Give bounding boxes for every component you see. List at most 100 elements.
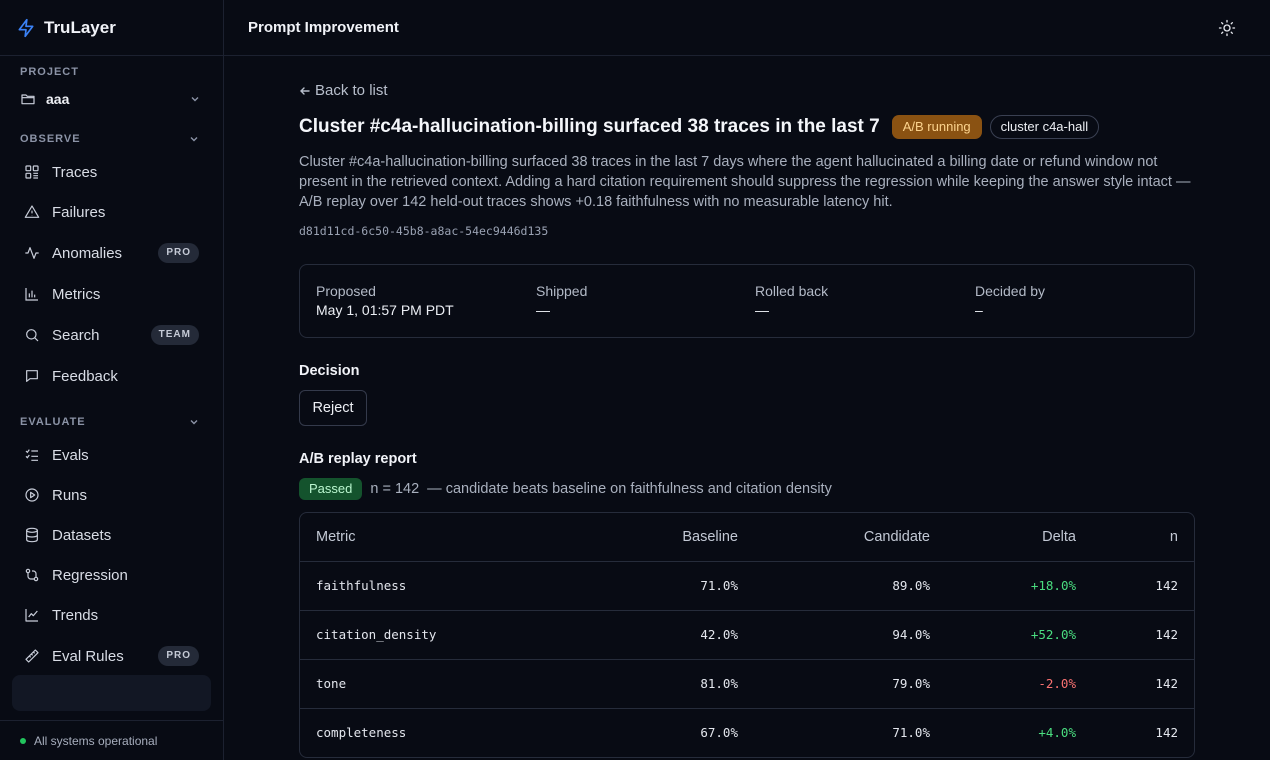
back-to-list-link[interactable]: Back to list [299,82,388,99]
cell-delta: +4.0% [1038,725,1076,741]
sidebar-item-label: Evals [52,446,89,464]
cell-metric: citation_density [300,610,550,660]
trend-icon [25,609,38,622]
sidebar-item-failures[interactable]: Failures [12,194,211,230]
project-selector[interactable]: aaa [20,88,204,110]
sidebar-item-label: Datasets [52,526,112,544]
message-icon [26,370,38,382]
decided-by-label: Decided by [975,283,1046,299]
cell-candidate: 79.0% [738,659,930,709]
sidebar-item-label: Metrics [52,285,101,303]
sidebar-item-label: Search [52,326,100,344]
sidebar-item-feedback[interactable]: Feedback [12,358,211,394]
activity-icon [25,247,39,259]
sidebar-item-traces[interactable]: Traces [12,154,211,190]
improvement-description: Cluster #c4a-hallucination-billing surfa… [299,154,1191,210]
sidebar-item-regression[interactable]: Regression [12,557,211,593]
sidebar-item-datasets[interactable]: Datasets [12,517,211,553]
timeline-decided-by: Decided by – [975,283,1045,318]
database-icon [26,527,38,543]
table-row: faithfulness 71.0% 89.0% +18.0% 142 [300,561,1194,611]
cell-delta: +52.0% [930,610,1076,660]
cell-delta: +18.0% [930,561,1076,611]
table-header-row: Metric Baseline Candidate Delta n [300,513,1194,562]
cell-baseline: 42.0% [550,610,738,660]
ab-results-table: Metric Baseline Candidate Delta n faithf… [299,512,1195,758]
status-dot-icon [20,737,26,744]
timeline-card: Proposed May 1, 01:57 PM PDT Shipped — R… [299,264,1195,338]
table-row: tone 81.0% 79.0% -2.0% 142 [300,659,1194,709]
pro-badge: PRO [158,243,199,263]
sidebar-item-evals[interactable]: Evals [12,437,211,473]
proposed-label: Proposed [316,283,376,299]
cell-n: 142 [1076,659,1194,709]
sun-icon[interactable] [1218,19,1236,37]
search-icon [26,329,39,342]
timeline-rolled-back: Rolled back — [755,283,828,318]
sidebar-item-label: Runs [52,486,88,504]
table-row: citation_density 42.0% 94.0% +52.0% 142 [300,610,1194,660]
cell-candidate: 94.0% [738,610,930,660]
brand[interactable]: TruLayer [0,0,223,56]
cell-metric: faithfulness [300,561,550,611]
report-summary: — candidate beats baseline on faithfulne… [427,481,832,497]
cell-candidate: 89.0% [738,561,930,611]
page-title: Prompt Improvement [248,19,399,36]
cell-n: 142 [1076,561,1194,611]
cell-n: 142 [1155,725,1178,741]
reject-button[interactable]: Reject [299,390,367,426]
header-metric: Metric [300,513,550,562]
cell-baseline: 67.0% [700,725,738,741]
ruler-icon [25,649,39,663]
sidebar-item-metrics[interactable]: Metrics [12,276,211,312]
proposed-value: May 1, 01:57 PM PDT [316,302,454,318]
sidebar-item-label: Eval Rules [52,647,124,665]
top-bar: Prompt Improvement [224,0,1270,56]
shipped-label: Shipped [536,283,588,299]
sidebar: TruLayer PROJECT aaa OBSERVE Traces Fail… [0,0,224,760]
chevron-down-icon [191,97,199,102]
title-row: Cluster #c4a-hallucination-billing surfa… [299,115,1100,139]
sidebar-item-label: Regression [52,566,128,584]
header-n: n [1076,513,1194,562]
sidebar-item-label: Feedback [52,367,118,385]
decision-heading: Decision [299,363,360,379]
shipped-value: — [536,302,550,318]
project-name: aaa [46,91,70,107]
improvement-id: d81d11cd-6c50-45b8-a8ac-54ec9446d135 [299,224,549,238]
rolled-back-value: — [755,302,769,318]
sidebar-item-trends[interactable]: Trends [12,597,211,633]
folder-icon [21,94,35,105]
table-row: completeness 67.0% 71.0% +4.0% 142 [300,708,1194,757]
report-summary-row: Passed n = 142 — candidate beats baselin… [299,478,832,500]
sidebar-item-runs[interactable]: Runs [12,477,211,513]
sidebar-item-label: Trends [52,606,99,624]
evaluate-collapse-icon[interactable] [189,417,199,427]
bar-chart-icon [25,288,38,301]
header-baseline: Baseline [550,513,738,562]
cell-delta: -2.0% [930,659,1076,709]
play-icon [25,488,39,502]
sidebar-item-anomalies[interactable]: Anomalies PRO [12,235,211,271]
cell-candidate: 71.0% [892,725,930,741]
checklist-icon [25,449,38,461]
sidebar-item-search[interactable]: Search TEAM [12,317,211,353]
project-section-label: PROJECT [20,66,79,78]
observe-collapse-icon[interactable] [189,134,199,144]
cell-baseline: 81.0% [550,659,738,709]
traces-icon [25,165,39,179]
cell-n: 142 [1076,610,1194,660]
evaluate-section-label: EVALUATE [20,416,86,428]
improvement-title: Cluster #c4a-hallucination-billing surfa… [299,116,880,137]
sidebar-item-eval-rules[interactable]: Eval Rules PRO [12,638,211,674]
sidebar-item-placeholder[interactable] [12,675,211,711]
pro-badge: PRO [158,646,199,666]
status-badge: A/B running [891,115,982,139]
cluster-badge[interactable]: cluster c4a-hall [989,115,1100,139]
system-status[interactable]: All systems operational [0,720,223,760]
cell-metric: completeness [316,725,407,741]
timeline-proposed: Proposed May 1, 01:57 PM PDT [316,283,454,318]
timeline-shipped: Shipped — [536,283,587,318]
rolled-back-label: Rolled back [755,283,829,299]
sidebar-item-label: Failures [52,203,106,221]
